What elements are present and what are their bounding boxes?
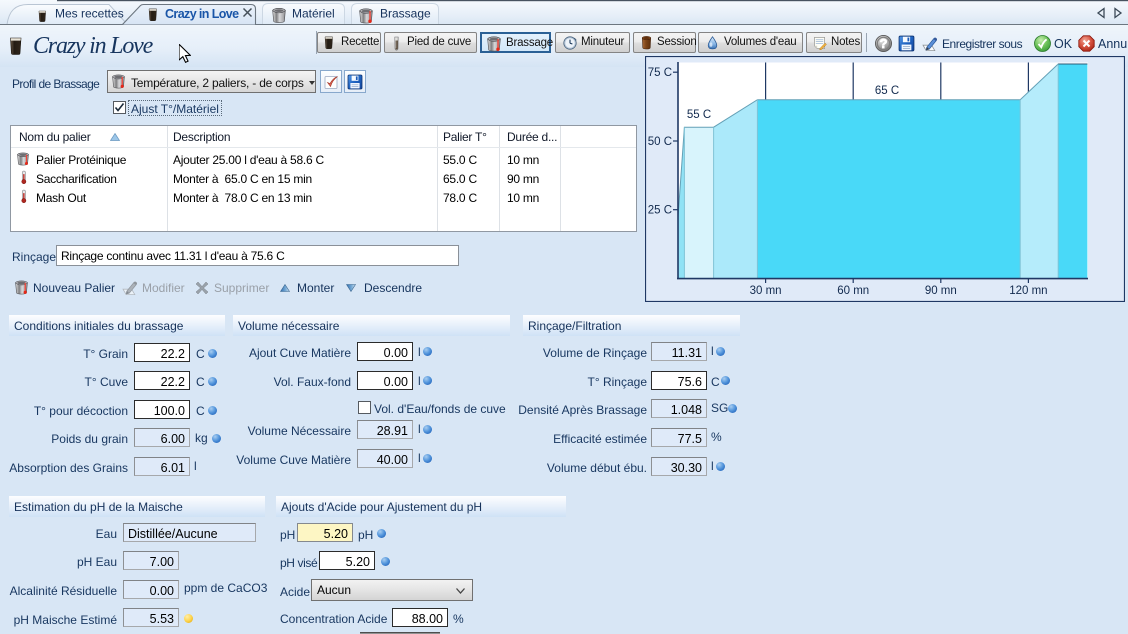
svg-text:30 mn: 30 mn (750, 285, 782, 297)
svg-text:120 mn: 120 mn (1009, 285, 1047, 297)
svg-text:75 C: 75 C (648, 67, 672, 79)
svg-text:Brassage: Brassage (380, 7, 431, 21)
svg-text:90 mn: 90 mn (925, 285, 957, 297)
svg-text:?: ? (880, 36, 888, 51)
svg-text:55 C: 55 C (687, 109, 711, 121)
svg-text:60 mn: 60 mn (837, 285, 869, 297)
svg-text:Crazy in Love: Crazy in Love (165, 7, 239, 21)
svg-text:50 C: 50 C (648, 136, 672, 148)
svg-text:Matériel: Matériel (292, 7, 335, 21)
svg-text:25 C: 25 C (648, 205, 672, 217)
svg-text:Mes recettes: Mes recettes (55, 7, 124, 21)
svg-text:65 C: 65 C (875, 85, 899, 97)
